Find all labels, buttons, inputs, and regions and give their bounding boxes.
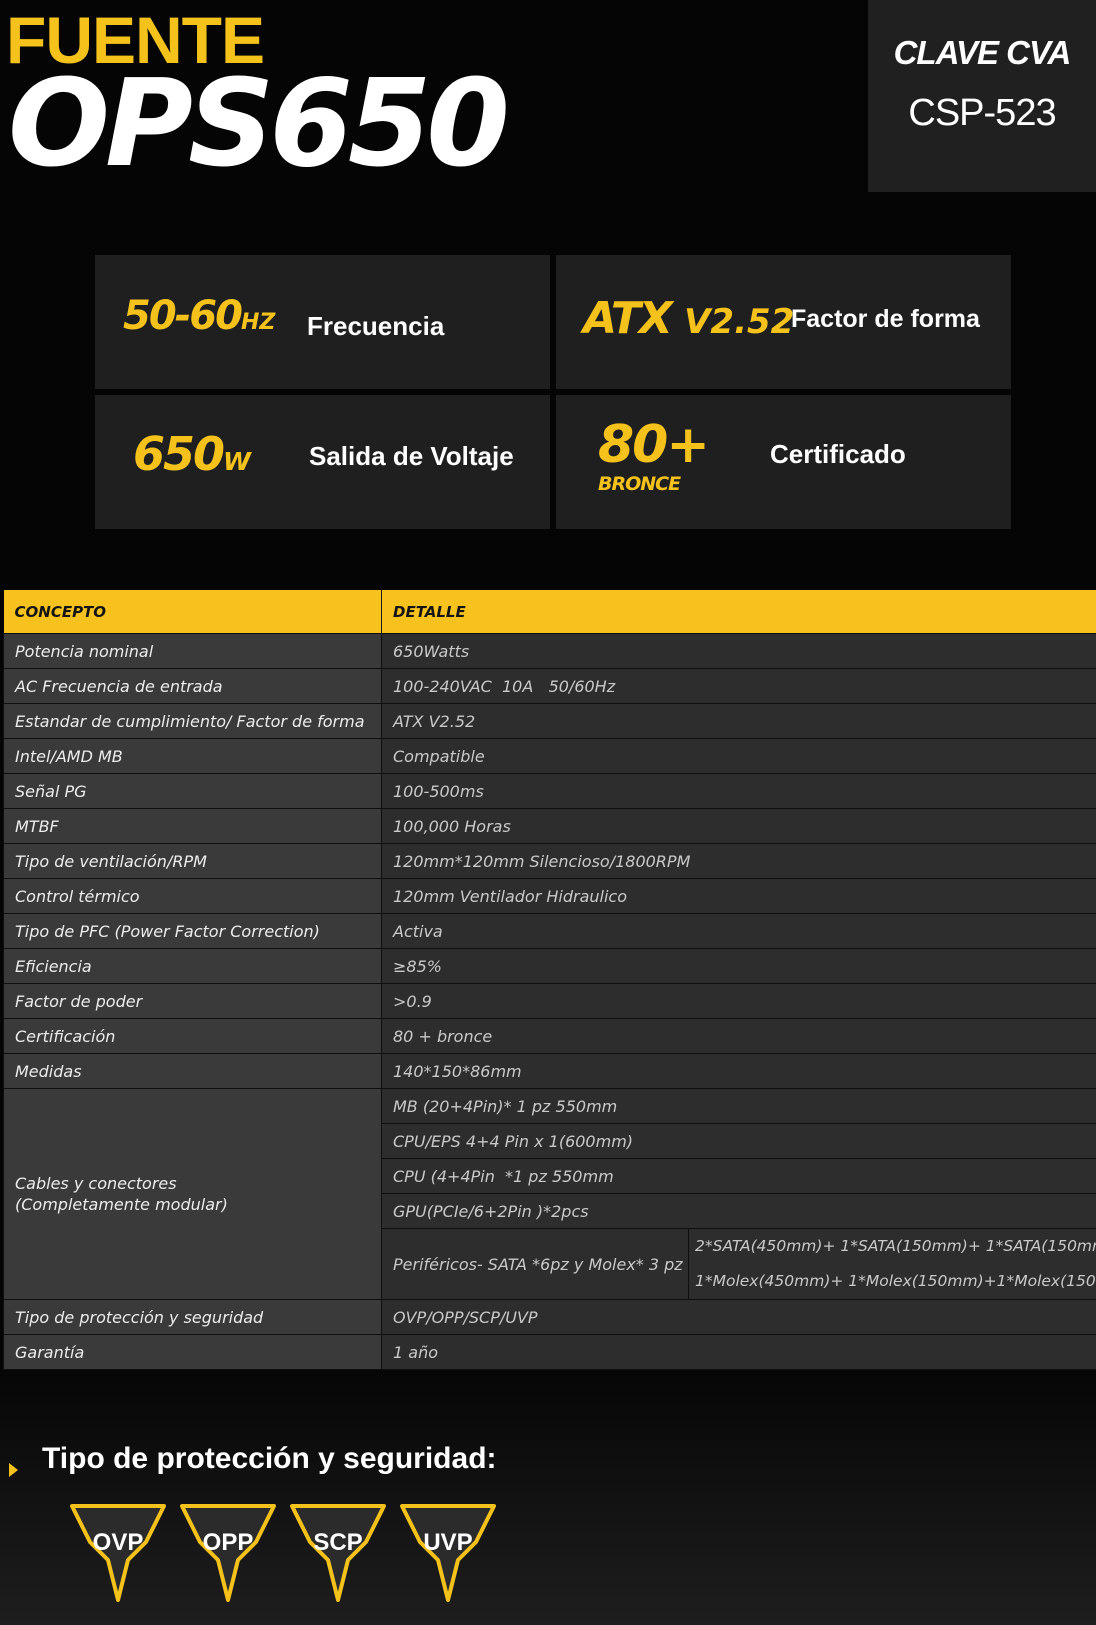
table-row: Estandar de cumplimiento/ Factor de form… [3, 703, 1096, 739]
table-row: Eficiencia ≥85% [3, 948, 1096, 984]
concept-cell: Tipo de ventilación/RPM [3, 843, 382, 879]
detail-cell: 120mm Ventilador Hidraulico [381, 878, 1096, 914]
concept-cell: Factor de poder [3, 983, 382, 1019]
cable-item: MB (20+4Pin)* 1 pz 550mm [381, 1088, 1096, 1124]
cables-concept-line1: Cables y conectores [15, 1174, 177, 1193]
detail-cell: 80 + bronce [381, 1018, 1096, 1054]
detail-cell: 100,000 Horas [381, 808, 1096, 844]
column-header-detail: DETALLE [381, 590, 1096, 634]
detail-cell: 100-500ms [381, 773, 1096, 809]
table-row: Tipo de PFC (Power Factor Correction) Act… [3, 913, 1096, 949]
shield-label: UVP [423, 1529, 472, 1556]
concept-cell: AC Frecuencia de entrada [3, 668, 382, 704]
shield-label: SCP [313, 1529, 362, 1556]
detail-cell: Compatible [381, 738, 1096, 774]
concept-cell: Estandar de cumplimiento/ Factor de form… [3, 703, 382, 739]
concept-cell: Garantía [3, 1334, 382, 1370]
clave-value: CSP-523 [908, 92, 1056, 134]
table-row: Intel/AMD MB Compatible [3, 738, 1096, 774]
peripherals-label: Periféricos- SATA *6pz y Molex* 3 pz [381, 1228, 689, 1300]
shield-badge-scp: SCP [290, 1504, 386, 1602]
table-row: Garantía 1 año [3, 1334, 1096, 1370]
feature-card-certification: 80+ BRONCE Certificado [556, 395, 1011, 529]
feature-card-form-factor: ATX V2.52 Factor de forma [556, 255, 1011, 389]
feature-label: Salida de Voltaje [309, 441, 514, 471]
table-row: Medidas 140*150*86mm [3, 1053, 1096, 1089]
detail-cell: >0.9 [381, 983, 1096, 1019]
shield-label: OVP [93, 1529, 144, 1556]
detail-cell: 100-240VAC 10A 50/60Hz [381, 668, 1096, 704]
table-row: Control térmico 120mm Ventilador Hidrauli… [3, 878, 1096, 914]
table-row: Señal PG 100-500ms [3, 773, 1096, 809]
detail-cell: 650Watts [381, 633, 1096, 669]
concept-cell: Tipo de protección y seguridad [3, 1299, 382, 1335]
concept-cell: Señal PG [3, 773, 382, 809]
product-model: OPS650 [8, 55, 510, 194]
concept-cell: Potencia nominal [3, 633, 382, 669]
cable-item: CPU/EPS 4+4 Pin x 1(600mm) [381, 1123, 1096, 1159]
column-header-concept: CONCEPTO [3, 590, 382, 634]
concept-cell: Certificación [3, 1018, 382, 1054]
table-row: Factor de poder >0.9 [3, 983, 1096, 1019]
concept-cell: MTBF [3, 808, 382, 844]
feature-card-power: 650W Salida de Voltaje [95, 395, 550, 529]
bullet-arrow-icon [9, 1463, 18, 1477]
cables-concept-line2: (Completamente modular) [15, 1195, 228, 1214]
concept-cell: Control térmico [3, 878, 382, 914]
feature-label: Certificado [770, 439, 906, 469]
cables-concept-cell: Cables y conectores (Completamente modul… [3, 1088, 382, 1300]
concept-cell: Tipo de PFC (Power Factor Correction) [3, 913, 382, 949]
detail-cell: Activa [381, 913, 1096, 949]
peripherals-detail: 2*SATA(450mm)+ 1*SATA(150mm)+ 1*SATA(150… [688, 1228, 1096, 1300]
shield-badge-ovp: OVP [70, 1504, 166, 1602]
cable-item: GPU(PCIe/6+2Pin )*2pcs [381, 1193, 1096, 1229]
shield-badge-opp: OPP [180, 1504, 276, 1602]
feature-value: ATX V2.52 [583, 293, 795, 344]
table-row: MTBF 100,000 Horas [3, 808, 1096, 844]
feature-label: Frecuencia [307, 311, 445, 341]
table-row: Potencia nominal 650Watts [3, 633, 1096, 669]
peripherals-detail-line1: 2*SATA(450mm)+ 1*SATA(150mm)+ 1*SATA(150… [695, 1237, 1096, 1255]
cable-item: CPU (4+4Pin *1 pz 550mm [381, 1158, 1096, 1194]
table-row: AC Frecuencia de entrada 100-240VAC 10A 5… [3, 668, 1096, 704]
detail-cell: 1 año [381, 1334, 1096, 1370]
clave-box: CLAVE CVA CSP-523 [868, 0, 1096, 192]
shield-badge-uvp: UVP [400, 1504, 496, 1602]
spec-table: CONCEPTO DETALLE Potencia nominal 650Watt… [3, 590, 1096, 1370]
protection-title: Tipo de protección y seguridad: [42, 1442, 497, 1475]
shield-label: OPP [203, 1529, 254, 1556]
detail-cell: 120mm*120mm Silencioso/1800RPM [381, 843, 1096, 879]
feature-label: Factor de forma [791, 305, 980, 333]
table-row: Certificación 80 + bronce [3, 1018, 1096, 1054]
detail-cell: 140*150*86mm [381, 1053, 1096, 1089]
feature-card-frequency: 50-60HZ Frecuencia [95, 255, 550, 389]
clave-label: CLAVE CVA [893, 34, 1072, 71]
table-row-cables: Cables y conectores (Completamente modul… [3, 1088, 1096, 1300]
feature-value: 50-60HZ [123, 293, 276, 339]
peripherals-detail-line2: 1*Molex(450mm)+ 1*Molex(150mm)+1*Molex(1… [695, 1272, 1096, 1290]
feature-value: 650W [133, 427, 251, 481]
concept-cell: Medidas [3, 1053, 382, 1089]
detail-cell: OVP/OPP/SCP/UVP [381, 1299, 1096, 1335]
feature-sub-value: BRONCE [598, 473, 681, 495]
detail-cell: ATX V2.52 [381, 703, 1096, 739]
concept-cell: Intel/AMD MB [3, 738, 382, 774]
feature-value: 80+ [598, 415, 710, 475]
table-row: Tipo de protección y seguridad OVP/OPP/SC… [3, 1299, 1096, 1335]
concept-cell: Eficiencia [3, 948, 382, 984]
detail-cell: ≥85% [381, 948, 1096, 984]
table-row: Tipo de ventilación/RPM 120mm*120mm Silen… [3, 843, 1096, 879]
